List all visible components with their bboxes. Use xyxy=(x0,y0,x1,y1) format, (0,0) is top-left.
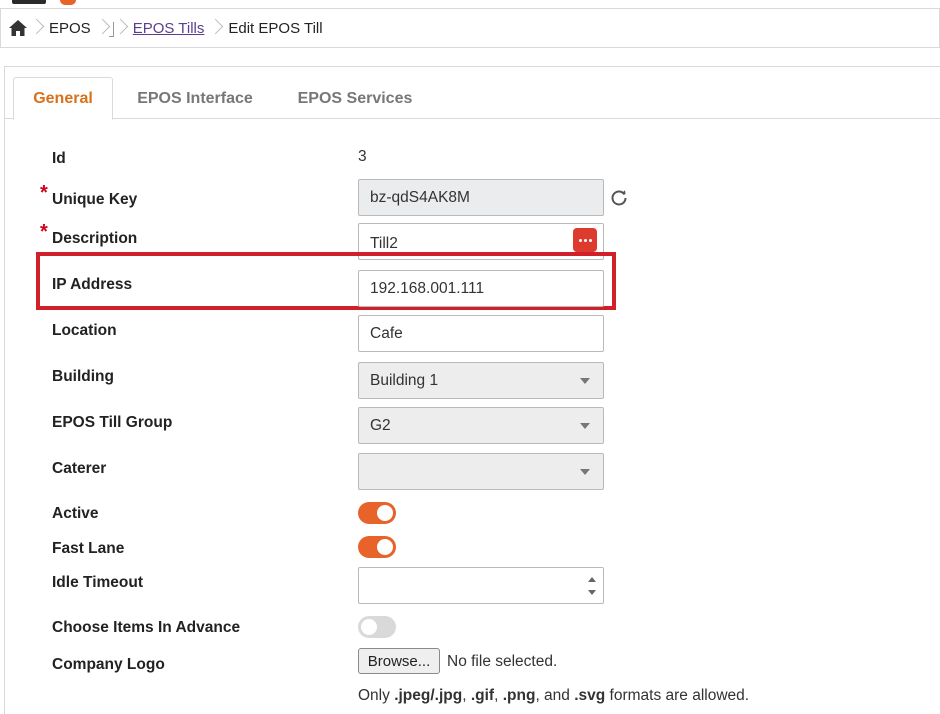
tab-general[interactable]: General xyxy=(13,77,113,120)
ip-address-value: 192.168.001.111 xyxy=(370,279,485,297)
tab-bar: General EPOS Interface EPOS Services xyxy=(5,67,940,120)
number-spinner[interactable] xyxy=(585,574,599,598)
idle-timeout-label: Idle Timeout xyxy=(52,574,144,591)
active-toggle[interactable] xyxy=(358,502,396,524)
fast-lane-toggle[interactable] xyxy=(358,536,396,558)
unique-key-label: Unique Key xyxy=(52,191,138,208)
format-png: .png xyxy=(502,687,536,704)
ip-address-label: IP Address xyxy=(52,276,133,293)
format-jpeg: .jpeg/.jpg xyxy=(394,687,463,704)
help-prefix: Only xyxy=(358,687,395,704)
help-sep: , xyxy=(494,687,503,704)
toggle-knob xyxy=(377,505,393,521)
breadcrumb-current: Edit EPOS Till xyxy=(228,19,323,37)
dot-icon xyxy=(578,238,582,242)
help-sep: , xyxy=(462,687,471,704)
spin-down-icon[interactable] xyxy=(588,590,596,595)
breadcrumb-epos-tills-link[interactable]: EPOS Tills xyxy=(125,20,213,37)
tab-epos-interface[interactable]: EPOS Interface xyxy=(117,77,273,120)
logo-format-help: Only .jpeg/.jpg, .gif, .png, and .svg fo… xyxy=(358,687,749,705)
id-label: Id xyxy=(52,150,66,167)
home-icon[interactable] xyxy=(3,8,33,48)
refresh-icon[interactable] xyxy=(609,188,629,208)
header-bar-fragment xyxy=(12,0,46,4)
description-value: Till2 xyxy=(370,235,398,252)
more-options-button[interactable] xyxy=(573,228,597,252)
unique-key-value: bz-qdS4AK8M xyxy=(370,188,470,206)
choose-items-label: Choose Items In Advance xyxy=(52,619,241,636)
breadcrumb-separator xyxy=(99,8,107,48)
breadcrumb: EPOS EPOS Tills Edit EPOS Till xyxy=(0,8,940,48)
toggle-knob xyxy=(361,619,377,635)
till-group-value: G2 xyxy=(370,416,391,434)
dot-icon xyxy=(583,238,587,242)
location-value: Cafe xyxy=(370,324,403,342)
location-label: Location xyxy=(52,322,117,339)
spin-up-icon[interactable] xyxy=(588,577,596,582)
ip-address-input[interactable]: 192.168.001.111 xyxy=(358,270,604,307)
required-asterisk: * xyxy=(40,182,48,204)
format-svg: .svg xyxy=(574,687,606,704)
help-sep: , and xyxy=(535,687,575,704)
chevron-down-icon xyxy=(580,422,590,429)
id-value: 3 xyxy=(358,148,367,165)
building-value: Building 1 xyxy=(370,371,439,389)
breadcrumb-separator xyxy=(117,8,125,48)
idle-timeout-input[interactable] xyxy=(358,567,604,604)
fast-lane-label: Fast Lane xyxy=(52,540,125,557)
building-select[interactable]: Building 1 xyxy=(358,362,604,399)
chevron-down-icon xyxy=(580,468,590,475)
breadcrumb-separator xyxy=(212,8,220,48)
breadcrumb-separator xyxy=(33,8,41,48)
till-group-label: EPOS Till Group xyxy=(52,414,173,431)
format-gif: .gif xyxy=(470,687,495,704)
tab-epos-services[interactable]: EPOS Services xyxy=(277,77,433,120)
browse-button[interactable]: Browse... xyxy=(358,648,440,674)
building-label: Building xyxy=(52,368,114,385)
choose-items-toggle[interactable] xyxy=(358,616,396,638)
caterer-select[interactable] xyxy=(358,453,604,490)
company-logo-label: Company Logo xyxy=(52,656,165,673)
header-logo-fragment xyxy=(60,0,76,5)
till-group-select[interactable]: G2 xyxy=(358,407,604,444)
breadcrumb-epos[interactable]: EPOS xyxy=(41,20,99,37)
description-label: Description xyxy=(52,230,138,247)
top-header-strip xyxy=(0,0,940,6)
toggle-knob xyxy=(377,539,393,555)
active-label: Active xyxy=(52,505,99,522)
required-asterisk: * xyxy=(40,221,48,243)
dot-icon xyxy=(588,238,592,242)
help-suffix: formats are allowed. xyxy=(605,687,750,704)
chevron-down-icon xyxy=(580,377,590,384)
file-status: No file selected. xyxy=(447,653,558,670)
location-input[interactable]: Cafe xyxy=(358,315,604,352)
unique-key-field: bz-qdS4AK8M xyxy=(358,179,604,216)
caterer-label: Caterer xyxy=(52,460,107,477)
